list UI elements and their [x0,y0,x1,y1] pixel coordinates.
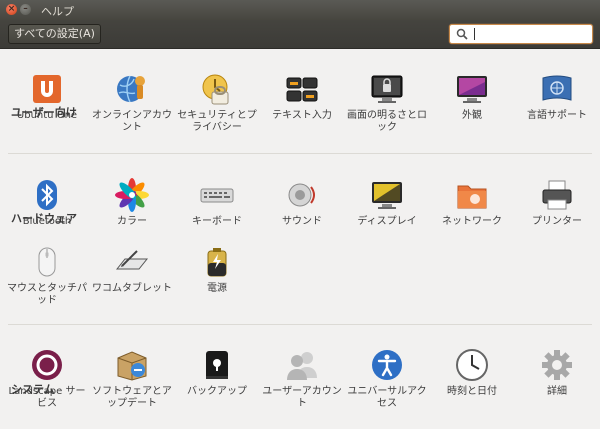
settings-item-text-entry[interactable]: テキスト入力 [260,72,344,122]
settings-item-label: ワコムタブレット [92,283,172,294]
settings-item-label: オンラインアカウント [92,110,172,133]
section-divider [8,324,592,325]
settings-item-label: マウスとタッチパッド [7,283,87,306]
settings-item-time-date[interactable]: 時刻と日付 [430,348,514,398]
toolbar: すべての設定(A) [0,20,600,49]
settings-item-label: 外観 [462,110,482,121]
settings-item-label: バックアップ [187,386,247,397]
settings-item-display[interactable]: ディスプレイ [345,178,429,228]
settings-item-brightness-lock[interactable]: 画面の明るさとロック [345,72,429,134]
close-icon: × [7,4,16,14]
power-icon [200,245,234,279]
network-icon [455,178,489,212]
mouse-touchpad-icon [30,245,64,279]
text-entry-icon [285,72,319,106]
settings-item-label: ネットワーク [442,216,502,227]
printer-icon [540,178,574,212]
time-date-icon [455,348,489,382]
all-settings-button[interactable]: すべての設定(A) [8,24,101,44]
language-support-icon [540,72,574,106]
minimize-icon: – [23,4,28,14]
text-cursor [474,28,475,40]
close-window-button[interactable]: × [6,4,17,15]
user-accounts-icon [285,348,319,382]
bluetooth-icon [30,178,64,212]
settings-item-printer[interactable]: プリンター [515,178,599,228]
title-bar: × – ヘルプ [0,0,600,20]
settings-item-details[interactable]: 詳細 [515,348,599,398]
settings-item-label: ユーザーアカウント [262,386,342,409]
settings-item-label: セキュリティとプライバシー [177,110,257,133]
settings-item-label: テキスト入力 [272,110,332,121]
settings-item-label: キーボード [192,216,242,227]
settings-item-label: プリンター [532,216,582,227]
settings-item-label: 電源 [207,283,227,294]
ubuntu-one-icon [30,72,64,106]
backup-icon [200,348,234,382]
settings-item-keyboard[interactable]: キーボード [175,178,259,228]
settings-item-label: 言語サポート [527,110,587,121]
software-updates-icon [115,348,149,382]
settings-item-label: ソフトウェアとアップデート [92,386,172,409]
settings-item-label: Bluetooth [22,216,72,227]
settings-item-sound[interactable]: サウンド [260,178,344,228]
search-icon [456,28,468,40]
settings-item-user-accounts[interactable]: ユーザーアカウント [260,348,344,410]
universal-access-icon [370,348,404,382]
settings-item-ubuntu-one[interactable]: Ubuntu One [5,72,89,122]
minimize-window-button[interactable]: – [20,4,31,15]
settings-item-label: ユニバーサルアクセス [347,386,427,409]
settings-item-landscape[interactable]: Landscape サービス [5,348,89,410]
settings-item-label: 画面の明るさとロック [347,110,427,133]
settings-item-label: 詳細 [547,386,567,397]
wacom-tablet-icon [115,245,149,279]
settings-item-mouse-touchpad[interactable]: マウスとタッチパッド [5,245,89,307]
details-icon [540,348,574,382]
appearance-icon [455,72,489,106]
settings-item-wacom-tablet[interactable]: ワコムタブレット [90,245,174,295]
keyboard-icon [200,178,234,212]
settings-item-label: カラー [117,216,147,227]
settings-item-universal-access[interactable]: ユニバーサルアクセス [345,348,429,410]
security-privacy-icon [200,72,234,106]
section-divider [8,153,592,154]
online-accounts-icon [115,72,149,106]
settings-item-security-privacy[interactable]: セキュリティとプライバシー [175,72,259,134]
settings-item-color[interactable]: カラー [90,178,174,228]
settings-item-network[interactable]: ネットワーク [430,178,514,228]
settings-item-power[interactable]: 電源 [175,245,259,295]
settings-item-label: ディスプレイ [357,216,417,227]
search-input[interactable] [449,24,593,44]
landscape-icon [30,348,64,382]
settings-item-label: 時刻と日付 [447,386,497,397]
settings-item-label: Ubuntu One [16,110,78,121]
display-icon [370,178,404,212]
settings-item-online-accounts[interactable]: オンラインアカウント [90,72,174,134]
sound-icon [285,178,319,212]
settings-item-label: Landscape サービス [8,386,86,409]
settings-item-software-updates[interactable]: ソフトウェアとアップデート [90,348,174,410]
settings-item-backup[interactable]: バックアップ [175,348,259,398]
settings-item-language-support[interactable]: 言語サポート [515,72,599,122]
settings-item-label: サウンド [282,216,322,227]
settings-item-bluetooth[interactable]: Bluetooth [5,178,89,228]
window-title: ヘルプ [41,5,74,18]
color-icon [115,178,149,212]
brightness-lock-icon [370,72,404,106]
settings-item-appearance[interactable]: 外観 [430,72,514,122]
